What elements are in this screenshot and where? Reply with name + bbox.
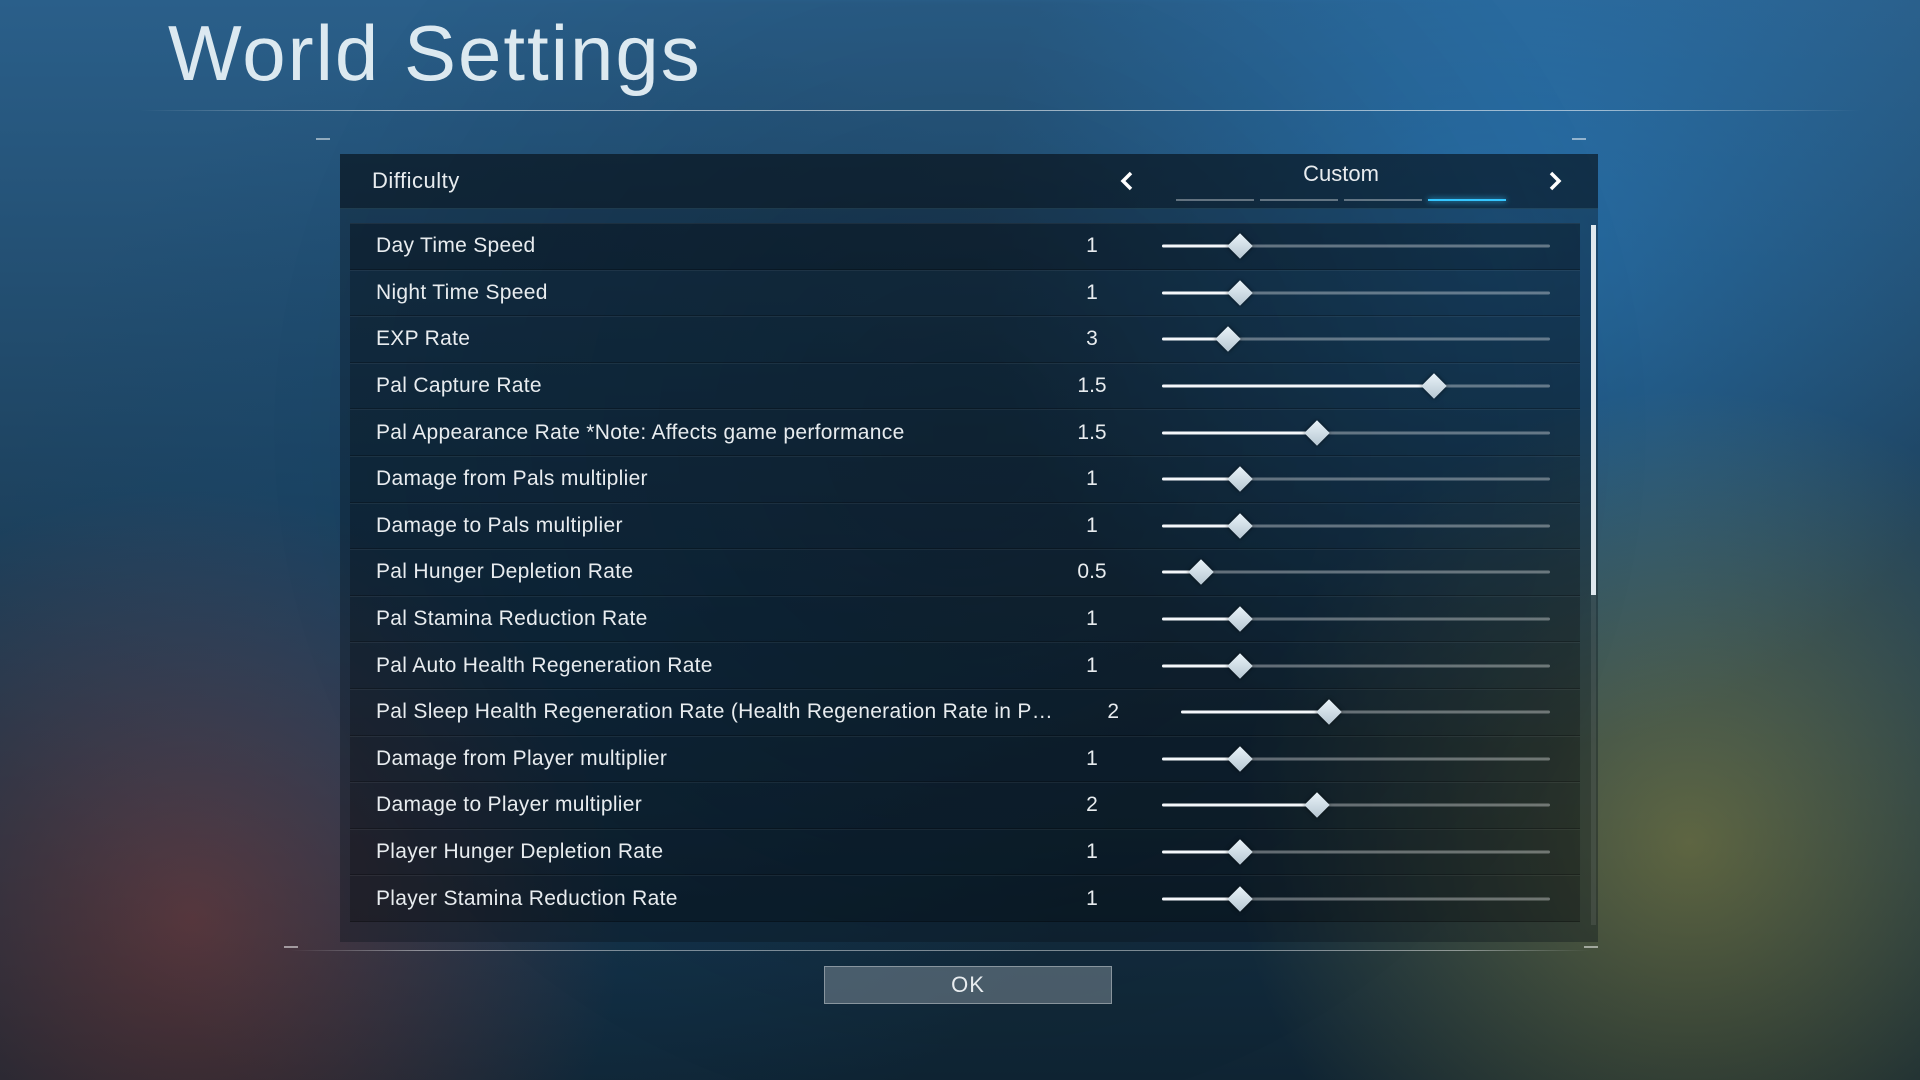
slider-thumb[interactable] <box>1304 793 1329 818</box>
settings-list: Day Time Speed1Night Time Speed1EXP Rate… <box>350 223 1580 938</box>
setting-slider[interactable] <box>1162 327 1550 351</box>
setting-label: Player Stamina Reduction Rate <box>376 887 1052 911</box>
setting-slider[interactable] <box>1162 281 1550 305</box>
setting-label: Damage to Pals multiplier <box>376 514 1052 538</box>
difficulty-row: Difficulty Custom <box>340 154 1598 209</box>
setting-slider[interactable] <box>1162 234 1550 258</box>
setting-slider[interactable] <box>1162 793 1550 817</box>
difficulty-value: Custom <box>1303 161 1379 187</box>
slider-fill <box>1181 711 1328 714</box>
setting-value: 1 <box>1052 467 1132 491</box>
slider-thumb[interactable] <box>1227 234 1252 259</box>
setting-row: Pal Sleep Health Regeneration Rate (Heal… <box>350 689 1580 736</box>
setting-row: Pal Auto Health Regeneration Rate1 <box>350 642 1580 689</box>
slider-thumb[interactable] <box>1215 327 1240 352</box>
setting-slider[interactable] <box>1162 840 1550 864</box>
setting-value: 1 <box>1052 654 1132 678</box>
scrollbar-thumb[interactable] <box>1591 225 1596 595</box>
corner-tick <box>316 138 330 140</box>
setting-slider[interactable] <box>1162 654 1550 678</box>
setting-slider[interactable] <box>1162 374 1550 398</box>
setting-label: Pal Sleep Health Regeneration Rate (Heal… <box>376 700 1075 724</box>
setting-value: 1 <box>1052 281 1132 305</box>
setting-label: Night Time Speed <box>376 281 1052 305</box>
slider-thumb[interactable] <box>1316 700 1341 725</box>
setting-row: Player Stamina Reduction Rate1 <box>350 875 1580 922</box>
slider-thumb[interactable] <box>1304 420 1329 445</box>
slider-thumb[interactable] <box>1227 886 1252 911</box>
corner-tick <box>1584 946 1598 948</box>
setting-value: 1.5 <box>1052 421 1132 445</box>
slider-fill <box>1162 431 1317 434</box>
settings-panel: Difficulty Custom Day Time Speed1Night T… <box>340 154 1598 942</box>
setting-row: Pal Capture Rate1.5 <box>350 363 1580 410</box>
slider-thumb[interactable] <box>1227 746 1252 771</box>
chevron-right-icon[interactable] <box>1542 169 1566 193</box>
setting-row: EXP Rate3 <box>350 316 1580 363</box>
setting-label: Pal Hunger Depletion Rate <box>376 560 1052 584</box>
setting-value: 2 <box>1052 793 1132 817</box>
slider-thumb[interactable] <box>1421 373 1446 398</box>
bottom-divider <box>290 950 1590 951</box>
slider-thumb[interactable] <box>1188 560 1213 585</box>
setting-row: Pal Stamina Reduction Rate1 <box>350 596 1580 643</box>
slider-fill <box>1162 804 1317 807</box>
difficulty-selector[interactable]: Custom <box>1176 161 1506 201</box>
setting-label: EXP Rate <box>376 327 1052 351</box>
setting-row: Damage to Pals multiplier1 <box>350 503 1580 550</box>
setting-value: 1 <box>1052 747 1132 771</box>
setting-row: Damage from Player multiplier1 <box>350 736 1580 783</box>
slider-thumb[interactable] <box>1227 467 1252 492</box>
slider-thumb[interactable] <box>1227 280 1252 305</box>
setting-slider[interactable] <box>1162 514 1550 538</box>
corner-tick <box>284 946 298 948</box>
setting-slider[interactable] <box>1162 421 1550 445</box>
slider-thumb[interactable] <box>1227 606 1252 631</box>
setting-row: Day Time Speed1 <box>350 223 1580 270</box>
setting-slider[interactable] <box>1162 887 1550 911</box>
corner-tick <box>1572 138 1586 140</box>
setting-value: 1 <box>1052 607 1132 631</box>
ok-button[interactable]: OK <box>824 966 1112 1004</box>
setting-value: 1.5 <box>1052 374 1132 398</box>
setting-slider[interactable] <box>1181 700 1550 724</box>
setting-slider[interactable] <box>1162 560 1550 584</box>
setting-row: Pal Hunger Depletion Rate0.5 <box>350 549 1580 596</box>
setting-row: Pal Appearance Rate *Note: Affects game … <box>350 409 1580 456</box>
setting-row: Player Hunger Depletion Rate1 <box>350 829 1580 876</box>
slider-thumb[interactable] <box>1227 653 1252 678</box>
setting-label: Pal Stamina Reduction Rate <box>376 607 1052 631</box>
difficulty-label: Difficulty <box>372 168 460 194</box>
setting-value: 2 <box>1075 700 1151 724</box>
setting-label: Damage to Player multiplier <box>376 793 1052 817</box>
slider-thumb[interactable] <box>1227 839 1252 864</box>
slider-thumb[interactable] <box>1227 513 1252 538</box>
setting-value: 1 <box>1052 887 1132 911</box>
setting-slider[interactable] <box>1162 467 1550 491</box>
setting-row: Damage from Pals multiplier1 <box>350 456 1580 503</box>
setting-label: Pal Capture Rate <box>376 374 1052 398</box>
setting-row: Night Time Speed1 <box>350 270 1580 317</box>
setting-slider[interactable] <box>1162 747 1550 771</box>
setting-label: Damage from Player multiplier <box>376 747 1052 771</box>
setting-label: Pal Auto Health Regeneration Rate <box>376 654 1052 678</box>
setting-value: 3 <box>1052 327 1132 351</box>
slider-track <box>1162 571 1550 574</box>
setting-label: Day Time Speed <box>376 234 1052 258</box>
page-title: World Settings <box>168 8 702 99</box>
setting-value: 0.5 <box>1052 560 1132 584</box>
setting-label: Pal Appearance Rate *Note: Affects game … <box>376 421 1052 445</box>
scrollbar[interactable] <box>1591 225 1596 925</box>
setting-value: 1 <box>1052 840 1132 864</box>
chevron-left-icon[interactable] <box>1116 169 1140 193</box>
setting-label: Damage from Pals multiplier <box>376 467 1052 491</box>
setting-slider[interactable] <box>1162 607 1550 631</box>
setting-row: Damage to Player multiplier2 <box>350 782 1580 829</box>
slider-fill <box>1162 385 1434 388</box>
title-divider <box>140 110 1860 111</box>
setting-label: Player Hunger Depletion Rate <box>376 840 1052 864</box>
setting-value: 1 <box>1052 514 1132 538</box>
setting-value: 1 <box>1052 234 1132 258</box>
